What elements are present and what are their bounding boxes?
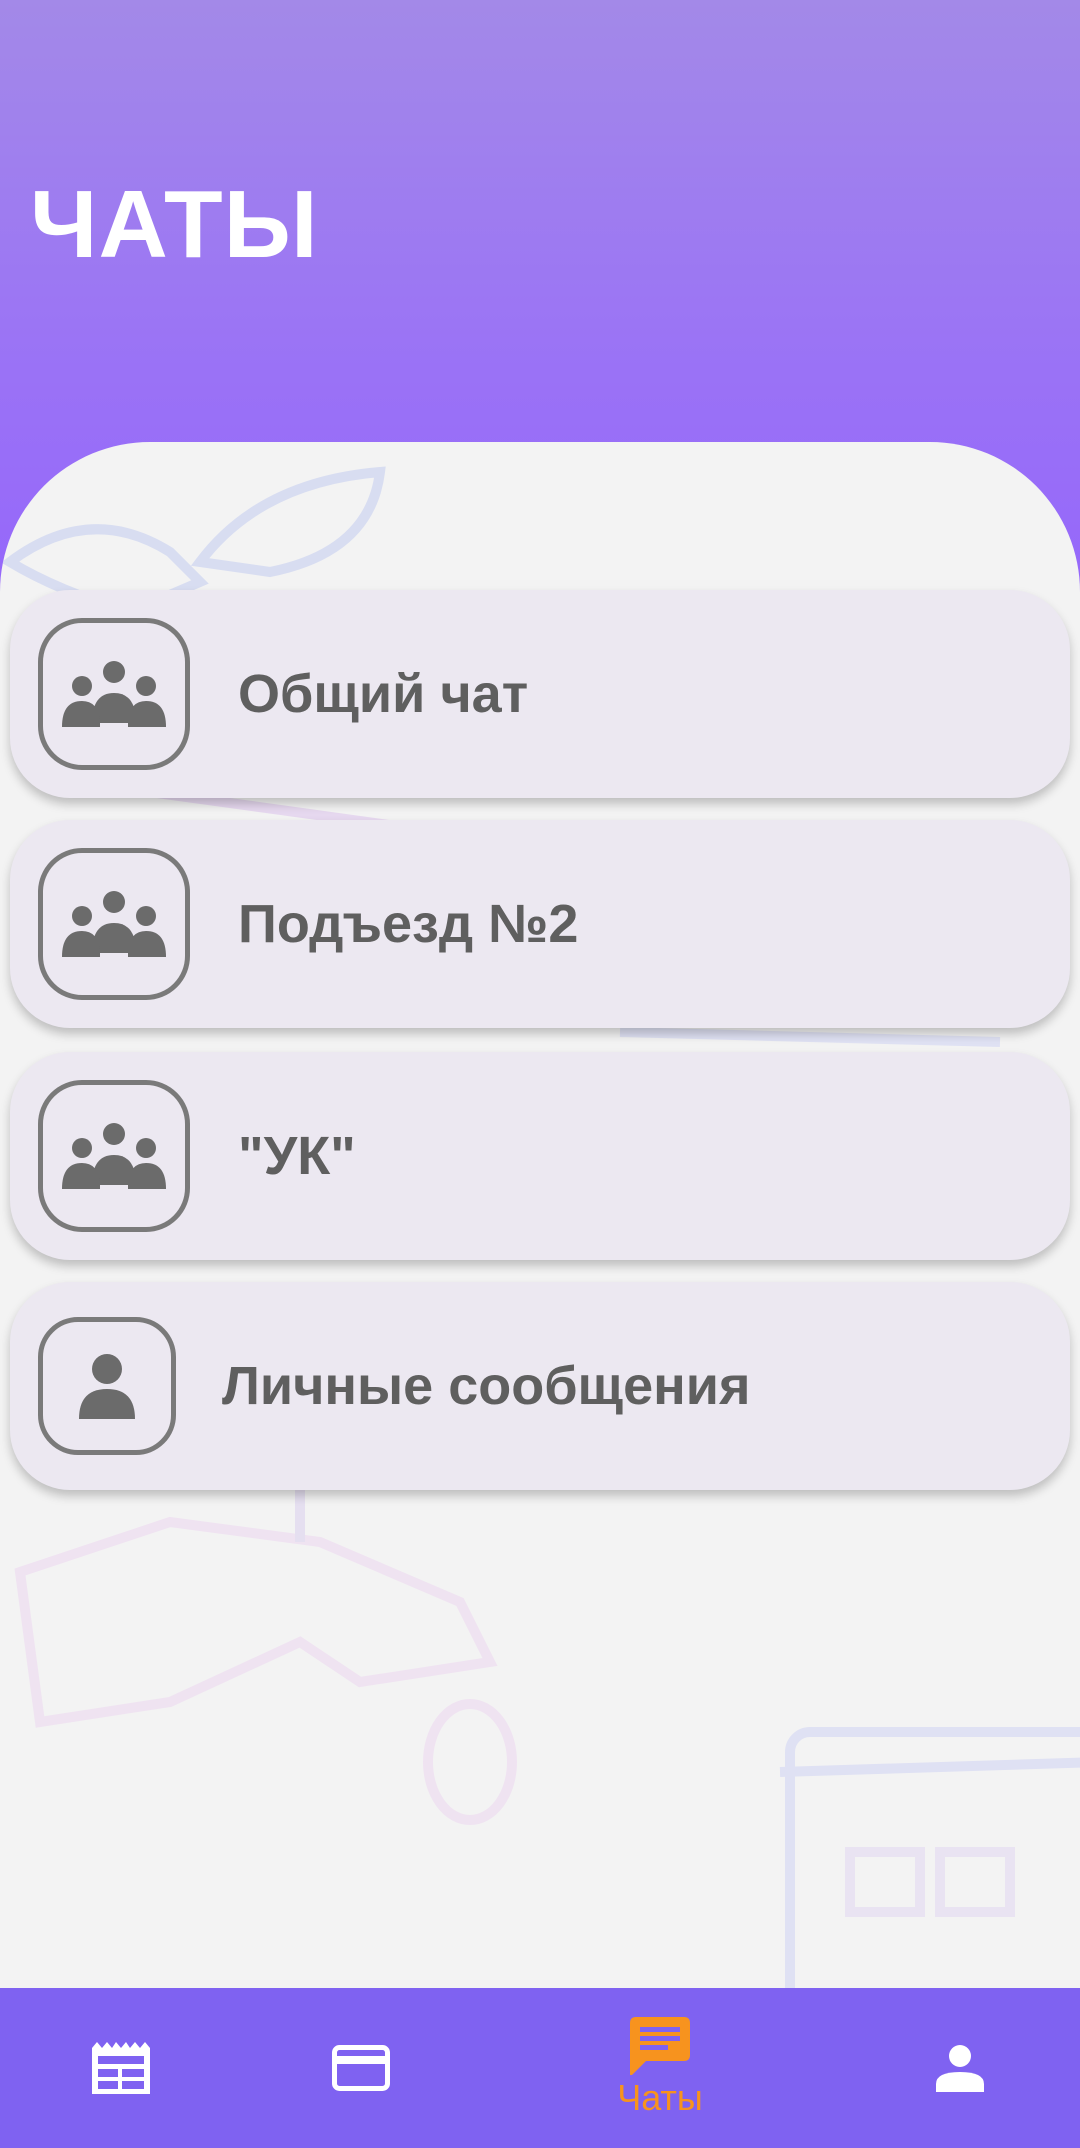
bottom-navigation: Чаты — [0, 1988, 1080, 2148]
group-icon — [62, 1123, 166, 1189]
group-icon — [62, 661, 166, 727]
nav-item-news[interactable] — [36, 1988, 206, 2148]
person-icon — [79, 1354, 135, 1419]
chat-item-general[interactable]: Общий чат — [10, 590, 1070, 798]
group-icon — [62, 891, 166, 957]
chat-label: Подъезд №2 — [238, 894, 579, 954]
nav-item-payments[interactable] — [276, 1988, 446, 2148]
nav-item-profile[interactable] — [875, 1988, 1045, 2148]
chat-avatar — [38, 1317, 176, 1455]
chat-avatar — [38, 618, 190, 770]
chat-item-management[interactable]: "УК" — [10, 1052, 1070, 1260]
chat-label: Личные сообщения — [222, 1356, 751, 1416]
chat-label: "УК" — [238, 1126, 356, 1186]
nav-label-chats: Чаты — [617, 2077, 703, 2118]
news-icon — [92, 2042, 150, 2094]
chat-label: Общий чат — [238, 664, 529, 724]
payment-card-icon — [332, 2045, 390, 2091]
nav-item-chats[interactable]: Чаты — [575, 1988, 745, 2148]
chat-avatar — [38, 1080, 190, 1232]
chat-item-entrance[interactable]: Подъезд №2 — [10, 820, 1070, 1028]
profile-icon — [936, 2045, 984, 2092]
page-title: ЧАТЫ — [30, 171, 319, 278]
chat-content-panel: Общий чат Подъезд №2 "УК" Личные сообщен… — [0, 442, 1080, 1990]
chat-item-private-messages[interactable]: Личные сообщения — [10, 1282, 1070, 1490]
chat-avatar — [38, 848, 190, 1000]
chat-icon — [630, 2017, 690, 2075]
